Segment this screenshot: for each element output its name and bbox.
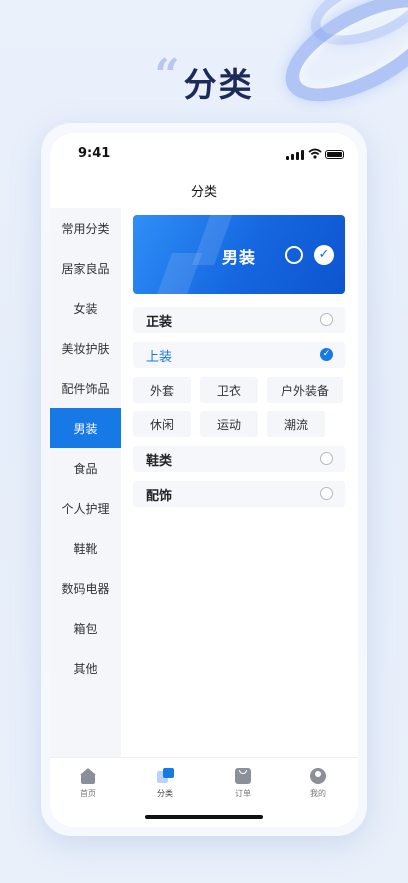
group-row-shoes[interactable]: 鞋类 bbox=[133, 446, 345, 472]
sidebar-item-home-goods[interactable]: 居家良品 bbox=[50, 248, 121, 288]
tab-label: 分类 bbox=[157, 789, 173, 798]
banner-label: 男装 bbox=[222, 248, 257, 267]
category-icon bbox=[157, 768, 174, 784]
group-row-accessories[interactable]: 配饰 bbox=[133, 481, 345, 507]
bag-icon bbox=[235, 768, 251, 784]
sidebar-item-food[interactable]: 食品 bbox=[50, 448, 121, 488]
group-row-tops[interactable]: 上装 ✓ bbox=[133, 342, 345, 368]
category-content: 男装 ✓ 正装 上装 ✓ 外套 卫衣 户外装备 休闲 运动 潮流 鞋类 配饰 bbox=[133, 215, 345, 507]
phone-screen: 9:41 分类 常用分类 居家良品 女装 美妆护肤 配件饰品 男装 食品 个人护… bbox=[50, 133, 358, 827]
wifi-icon bbox=[308, 148, 322, 159]
radio-icon[interactable] bbox=[320, 452, 333, 465]
battery-icon bbox=[325, 150, 344, 159]
radio-icon[interactable] bbox=[320, 313, 333, 326]
tab-bar: 首页 分类 订单 我的 bbox=[50, 757, 358, 827]
tab-orders[interactable]: 订单 bbox=[218, 768, 268, 799]
tag-grid: 外套 卫衣 户外装备 休闲 运动 潮流 bbox=[133, 377, 345, 437]
tab-home[interactable]: 首页 bbox=[63, 768, 113, 799]
quote-mark: “ bbox=[154, 50, 182, 101]
group-label: 正装 bbox=[146, 314, 173, 330]
check-icon[interactable]: ✓ bbox=[314, 245, 334, 265]
tag-casual[interactable]: 休闲 bbox=[133, 411, 191, 437]
tag-trend[interactable]: 潮流 bbox=[267, 411, 325, 437]
radio-checked-icon[interactable]: ✓ bbox=[320, 348, 333, 361]
category-banner[interactable]: 男装 ✓ bbox=[133, 215, 345, 294]
headline-title: 分类 bbox=[183, 65, 254, 104]
tab-label: 首页 bbox=[80, 789, 96, 798]
tab-label: 订单 bbox=[235, 789, 251, 798]
status-time: 9:41 bbox=[78, 146, 111, 161]
page-headline: “分类 bbox=[0, 50, 408, 107]
sidebar-item-mens[interactable]: 男装 bbox=[50, 408, 121, 448]
group-label: 上装 bbox=[146, 349, 173, 365]
tag-coat[interactable]: 外套 bbox=[133, 377, 191, 403]
sidebar-item-beauty[interactable]: 美妆护肤 bbox=[50, 328, 121, 368]
home-icon bbox=[80, 768, 96, 784]
tag-sport[interactable]: 运动 bbox=[200, 411, 258, 437]
sidebar-item-personal-care[interactable]: 个人护理 bbox=[50, 488, 121, 528]
sidebar-item-other[interactable]: 其他 bbox=[50, 648, 121, 688]
group-label: 鞋类 bbox=[146, 453, 173, 469]
tag-outdoor[interactable]: 户外装备 bbox=[267, 377, 343, 403]
sidebar-item-common[interactable]: 常用分类 bbox=[50, 208, 121, 248]
sidebar-item-bags[interactable]: 箱包 bbox=[50, 608, 121, 648]
nav-title: 分类 bbox=[190, 185, 217, 200]
sidebar-item-shoes[interactable]: 鞋靴 bbox=[50, 528, 121, 568]
circle-icon[interactable] bbox=[285, 246, 303, 264]
home-indicator bbox=[145, 815, 263, 819]
tab-category[interactable]: 分类 bbox=[140, 768, 190, 799]
status-bar: 9:41 bbox=[50, 145, 358, 165]
group-row-formal[interactable]: 正装 bbox=[133, 307, 345, 333]
sidebar-item-womens[interactable]: 女装 bbox=[50, 288, 121, 328]
group-label: 配饰 bbox=[146, 488, 173, 504]
tab-label: 我的 bbox=[310, 789, 326, 798]
tag-hoodie[interactable]: 卫衣 bbox=[200, 377, 258, 403]
radio-icon[interactable] bbox=[320, 487, 333, 500]
sidebar-item-electronics[interactable]: 数码电器 bbox=[50, 568, 121, 608]
category-sidebar: 常用分类 居家良品 女装 美妆护肤 配件饰品 男装 食品 个人护理 鞋靴 数码电… bbox=[50, 208, 121, 757]
tab-mine[interactable]: 我的 bbox=[293, 768, 343, 799]
user-icon bbox=[310, 768, 326, 784]
sidebar-item-accessories[interactable]: 配件饰品 bbox=[50, 368, 121, 408]
signal-icon bbox=[286, 150, 304, 160]
